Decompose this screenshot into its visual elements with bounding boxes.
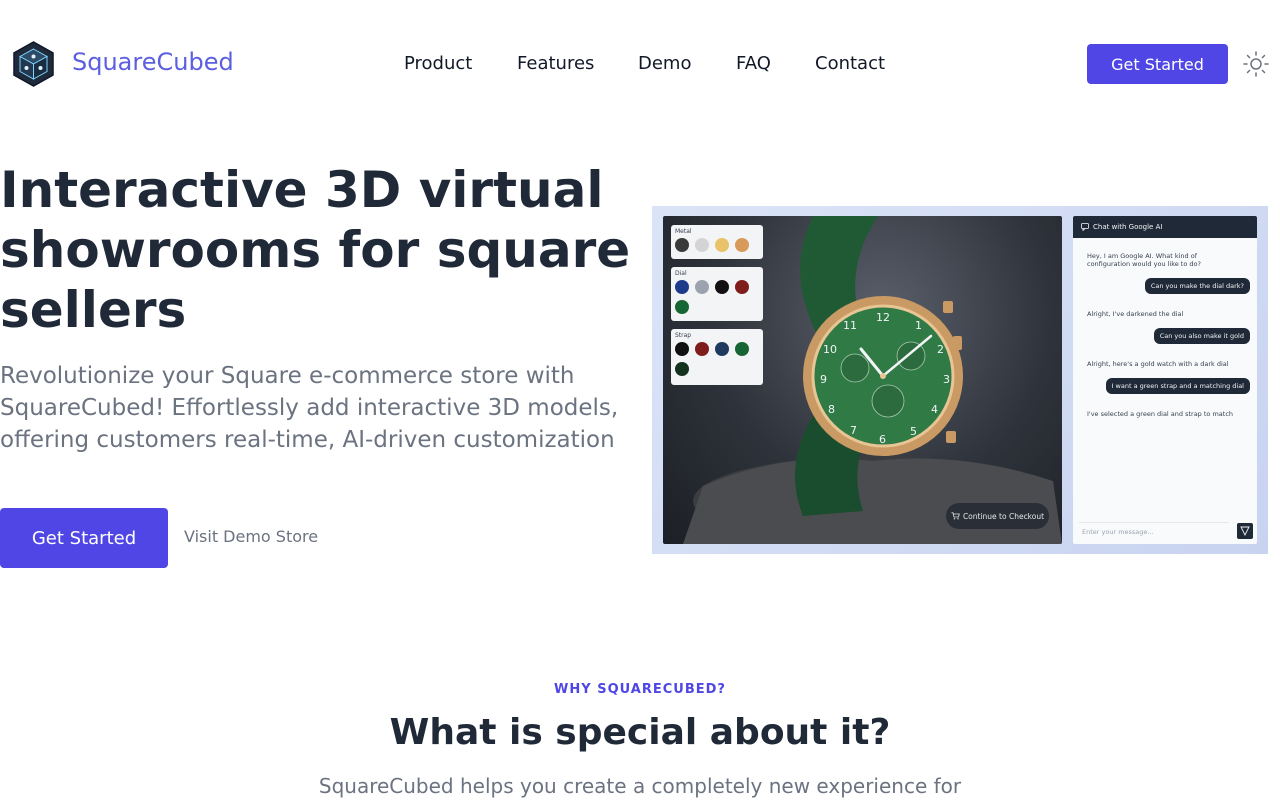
chat-bubble-icon bbox=[1081, 223, 1089, 231]
ai-chat-panel: Chat with Google AI Hey, I am Google AI.… bbox=[1073, 216, 1257, 544]
nav-link-contact[interactable]: Contact bbox=[815, 53, 885, 74]
send-icon bbox=[1240, 526, 1250, 537]
top-navigation: SquareCubed Product Features Demo FAQ Co… bbox=[0, 0, 1280, 126]
nav-link-faq[interactable]: FAQ bbox=[736, 53, 771, 74]
hero-get-started-button[interactable]: Get Started bbox=[0, 508, 168, 568]
swatch-metal-dark[interactable] bbox=[675, 238, 689, 252]
hero-subtitle: Revolutionize your Square e-commerce sto… bbox=[0, 363, 619, 453]
svg-text:7: 7 bbox=[850, 424, 857, 437]
swatch-dial-red[interactable] bbox=[735, 280, 749, 294]
checkout-label: Continue to Checkout bbox=[962, 511, 1045, 521]
option-label: Strap bbox=[675, 332, 692, 339]
chat-message-user: Can you make the dial dark? bbox=[1144, 278, 1250, 294]
swatch-dial-black[interactable] bbox=[715, 280, 729, 294]
section-eyebrow: WHY SQUARECUBED? bbox=[554, 682, 726, 697]
chat-header: Chat with Google AI bbox=[1073, 216, 1257, 238]
cart-icon bbox=[951, 512, 960, 520]
option-label: Metal bbox=[675, 228, 692, 235]
visit-demo-store-link[interactable]: Visit Demo Store bbox=[184, 527, 318, 546]
svg-text:12: 12 bbox=[876, 311, 890, 324]
swatch-metal-gold[interactable] bbox=[715, 238, 729, 252]
nav-link-features[interactable]: Features bbox=[517, 53, 594, 74]
svg-text:6: 6 bbox=[879, 433, 886, 446]
send-button[interactable] bbox=[1237, 523, 1253, 539]
svg-text:11: 11 bbox=[843, 319, 857, 332]
swatch-strap-red[interactable] bbox=[695, 342, 709, 356]
svg-text:4: 4 bbox=[931, 403, 938, 416]
svg-text:10: 10 bbox=[823, 343, 837, 356]
cube-logo-icon[interactable] bbox=[13, 41, 54, 87]
chat-message-ai: Hey, I am Google AI. What kind of config… bbox=[1087, 252, 1201, 268]
option-panel-dial: Dial bbox=[671, 267, 763, 321]
chat-message-ai: Alright, here's a gold watch with a dark… bbox=[1087, 360, 1229, 368]
hero-title: Interactive 3D virtual showrooms for squ… bbox=[0, 161, 631, 339]
swatch-dial-green[interactable] bbox=[675, 300, 689, 314]
swatch-dial-grey[interactable] bbox=[695, 280, 709, 294]
sun-icon[interactable] bbox=[1243, 51, 1269, 77]
svg-text:3: 3 bbox=[943, 373, 950, 386]
swatch-strap-green[interactable] bbox=[735, 342, 749, 356]
swatch-strap-navy[interactable] bbox=[715, 342, 729, 356]
svg-text:9: 9 bbox=[820, 373, 827, 386]
chat-title: Chat with Google AI bbox=[1093, 223, 1163, 231]
svg-text:5: 5 bbox=[910, 425, 917, 438]
swatch-metal-rose[interactable] bbox=[735, 238, 749, 252]
option-label: Dial bbox=[675, 270, 687, 277]
swatch-metal-silver[interactable] bbox=[695, 238, 709, 252]
chat-message-ai: I've selected a green dial and strap to … bbox=[1087, 410, 1234, 418]
continue-to-checkout-button[interactable]: Continue to Checkout bbox=[946, 503, 1049, 529]
chat-message-ai: Alright, I've darkened the dial bbox=[1087, 310, 1184, 318]
chat-message-input[interactable]: Enter your message... bbox=[1079, 522, 1229, 540]
swatch-strap-darkgreen[interactable] bbox=[675, 362, 689, 376]
chat-message-user: I want a green strap and a matching dial bbox=[1105, 378, 1250, 394]
svg-text:2: 2 bbox=[937, 343, 944, 356]
nav-link-demo[interactable]: Demo bbox=[638, 53, 691, 74]
section-title: What is special about it? bbox=[389, 712, 891, 753]
showroom-preview: 12 1 2 345 678 9 10 11 Metal Dial Strap … bbox=[652, 206, 1268, 554]
swatch-strap-black[interactable] bbox=[675, 342, 689, 356]
nav-get-started-button[interactable]: Get Started bbox=[1087, 44, 1228, 84]
option-panel-strap: Strap bbox=[671, 329, 763, 385]
svg-text:1: 1 bbox=[915, 319, 922, 332]
brand-name[interactable]: SquareCubed bbox=[72, 48, 234, 76]
option-panel-metal: Metal bbox=[671, 225, 763, 259]
svg-text:8: 8 bbox=[828, 403, 835, 416]
3d-viewer[interactable]: 12 1 2 345 678 9 10 11 Metal Dial Strap … bbox=[663, 216, 1062, 544]
section-subtitle: SquareCubed helps you create a completel… bbox=[318, 774, 962, 798]
nav-link-product[interactable]: Product bbox=[404, 53, 472, 74]
swatch-dial-blue[interactable] bbox=[675, 280, 689, 294]
chat-message-user: Can you also make it gold bbox=[1153, 328, 1250, 344]
